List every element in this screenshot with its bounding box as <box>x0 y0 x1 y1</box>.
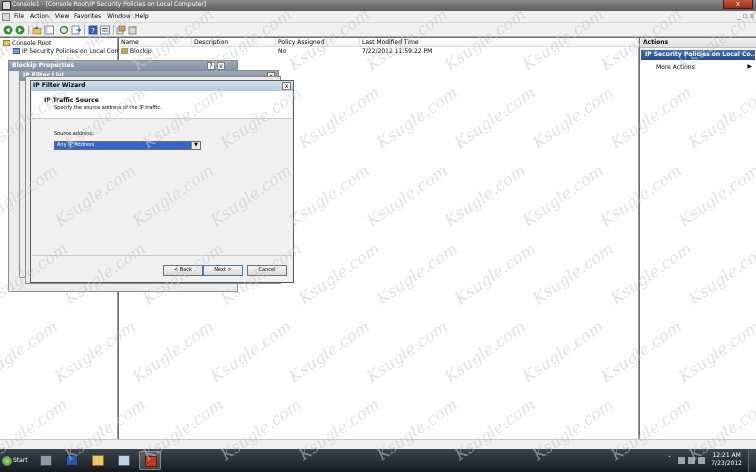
properties-icon[interactable] <box>100 25 110 35</box>
source-address-label: Source address: <box>54 131 95 137</box>
forward-icon[interactable] <box>15 25 25 35</box>
row-name: Blockip <box>130 48 152 55</box>
security-policy-icon <box>13 48 20 54</box>
start-label: Start <box>13 457 28 464</box>
taskbar-explorer[interactable] <box>87 451 109 470</box>
menu-action[interactable]: Action <box>30 13 49 20</box>
help-button[interactable]: ? <box>207 62 215 70</box>
close-button[interactable]: x <box>217 62 225 70</box>
svg-text:?: ? <box>91 27 95 35</box>
clock-time: 12:21 AM <box>712 452 741 459</box>
ip-filter-wizard: IP Filter Wizard x IP Traffic Source Spe… <box>30 80 294 283</box>
console-icon <box>118 455 130 466</box>
window-close-button[interactable]: x <box>723 0 753 9</box>
more-actions-link[interactable]: More Actions <box>656 64 695 71</box>
server-manager-icon <box>40 455 52 466</box>
wizard-subheading: Specify the source address of the IP tra… <box>54 105 162 111</box>
source-address-value: Any IP Address <box>57 142 95 148</box>
menu-help[interactable]: Help <box>135 13 149 20</box>
policy-icon <box>121 48 128 56</box>
wizard-header: IP Traffic Source Specify the source add… <box>32 91 292 119</box>
menu-bar: File Action View Favorites Window Help _… <box>0 11 756 23</box>
taskbar: Start ˆ 12:21 AM 7/23/2012 <box>0 449 756 472</box>
tree-item-console-root[interactable]: Console Root <box>3 40 51 47</box>
window-titlebar[interactable]: Console1 - [Console Root\IP Security Pol… <box>0 0 756 11</box>
add-policy-icon[interactable] <box>116 25 126 35</box>
column-header-last-modified[interactable]: Last Modified Time <box>360 38 639 47</box>
windows-logo-icon <box>2 456 12 466</box>
export-icon[interactable] <box>71 25 81 35</box>
help-icon[interactable]: ? <box>88 25 98 35</box>
back-icon[interactable] <box>3 25 13 35</box>
toolbar: ? <box>0 23 756 37</box>
show-desktop-button[interactable] <box>748 449 756 472</box>
next-button[interactable]: Next > <box>203 265 243 276</box>
toolbar-separator <box>28 25 29 35</box>
menu-view[interactable]: View <box>55 13 69 20</box>
taskbar-server-manager[interactable] <box>35 451 57 470</box>
taskbar-console[interactable] <box>113 451 135 470</box>
wizard-close-button[interactable]: x <box>282 82 291 90</box>
submenu-arrow-icon: ▶ <box>747 63 752 70</box>
start-button[interactable]: Start <box>1 451 31 470</box>
back-button[interactable]: < Back <box>163 265 203 276</box>
folder-icon <box>92 455 104 466</box>
actions-pane: Actions IP Security Policies on Local Co… <box>640 38 756 439</box>
wizard-heading: IP Traffic Source <box>44 97 99 104</box>
menu-file[interactable]: File <box>14 13 24 20</box>
column-header-name[interactable]: Name <box>119 38 192 47</box>
refresh-icon[interactable] <box>59 25 69 35</box>
manage-filters-icon[interactable] <box>128 25 138 35</box>
wizard-title[interactable]: IP Filter Wizard <box>31 81 293 91</box>
cancel-button[interactable]: Cancel <box>247 265 287 276</box>
wizard-separator <box>32 255 292 256</box>
column-header-description[interactable]: Description <box>192 38 276 47</box>
show-hidden-icons-icon[interactable]: ˆ <box>668 456 675 463</box>
action-center-icon[interactable] <box>678 457 685 464</box>
tree-item-label: Console Root <box>12 40 52 47</box>
console-app-icon <box>2 1 11 10</box>
menu-favorites[interactable]: Favorites <box>74 13 101 20</box>
column-header-policy-assigned[interactable]: Policy Assigned <box>276 38 360 47</box>
clock-date: 7/23/2012 <box>711 460 742 467</box>
toolbar-separator <box>84 25 85 35</box>
up-icon[interactable] <box>32 25 42 35</box>
notification-area: ˆ 12:21 AM 7/23/2012 <box>666 449 756 472</box>
taskbar-powershell[interactable] <box>61 451 83 470</box>
volume-icon[interactable] <box>698 457 705 464</box>
source-address-select[interactable]: Any IP Address ▼ <box>54 141 201 150</box>
system-menu-icon[interactable] <box>2 13 10 21</box>
window-title: Console1 - [Console Root\IP Security Pol… <box>12 1 207 8</box>
desktop: Console1 - [Console Root\IP Security Pol… <box>0 0 756 472</box>
folder-icon <box>3 40 10 46</box>
row-last-modified: 7/22/2012 11:59:22 PM <box>362 48 433 55</box>
show-hide-tree-icon[interactable] <box>44 25 54 35</box>
clock[interactable]: 12:21 AM 7/23/2012 <box>711 452 742 468</box>
taskbar-active-app[interactable] <box>139 451 161 470</box>
toolbox-icon <box>145 456 157 467</box>
status-bar <box>0 439 756 449</box>
mdi-window-controls[interactable]: _ ▫ x <box>737 12 754 20</box>
network-icon[interactable] <box>688 457 695 464</box>
menu-window[interactable]: Window <box>107 13 131 20</box>
powershell-icon <box>66 455 78 466</box>
chevron-down-icon[interactable]: ▼ <box>191 142 200 149</box>
actions-section-header[interactable]: IP Security Policies on Local Co... <box>641 50 755 60</box>
toolbar-separator <box>113 25 114 35</box>
row-policy-assigned: No <box>278 48 287 55</box>
actions-header: Actions <box>640 38 756 48</box>
